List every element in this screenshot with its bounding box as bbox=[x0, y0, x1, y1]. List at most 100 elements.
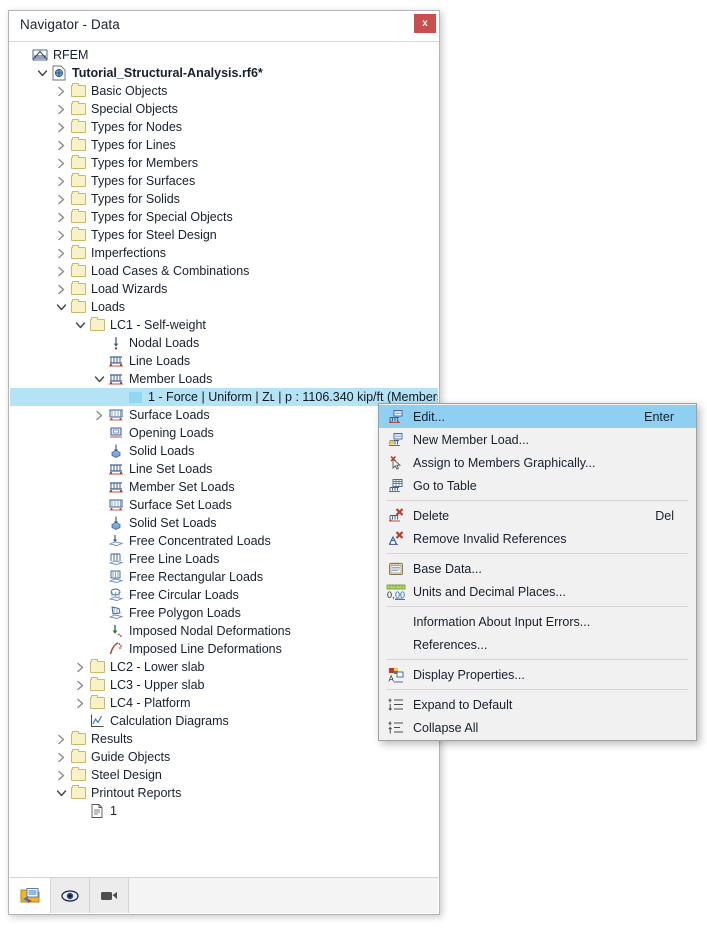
chevron-down-icon[interactable] bbox=[54, 298, 69, 316]
tree-row[interactable]: LC4 - Platform bbox=[10, 694, 438, 712]
tree-row[interactable]: Opening Loads bbox=[10, 424, 438, 442]
tree-row[interactable]: Types for Lines bbox=[10, 136, 438, 154]
menu-item[interactable]: Go to Table bbox=[379, 474, 696, 497]
tree-row[interactable]: Special Objects bbox=[10, 100, 438, 118]
menu-item[interactable]: Remove Invalid References bbox=[379, 527, 696, 550]
chevron-right-icon[interactable] bbox=[92, 406, 107, 424]
tree-row-label: LC3 - Upper slab bbox=[110, 678, 205, 692]
tree-row[interactable]: LC2 - Lower slab bbox=[10, 658, 438, 676]
tree-row[interactable]: Loads bbox=[10, 298, 438, 316]
tree-row[interactable]: Solid Loads bbox=[10, 442, 438, 460]
tree-row-label: Load Cases & Combinations bbox=[91, 264, 250, 278]
menu-item[interactable]: Information About Input Errors... bbox=[379, 610, 696, 633]
tree-row[interactable]: Types for Special Objects bbox=[10, 208, 438, 226]
menu-item[interactable]: A Display Properties... bbox=[379, 663, 696, 686]
tree-row-label: Imposed Line Deformations bbox=[129, 642, 282, 656]
chevron-right-icon[interactable] bbox=[54, 82, 69, 100]
chevron-right-icon[interactable] bbox=[54, 136, 69, 154]
data-tree[interactable]: RFEM Tutorial_Structural-Analysis.rf6* Bas… bbox=[10, 42, 438, 878]
tree-row[interactable]: Types for Members bbox=[10, 154, 438, 172]
chevron-right-icon[interactable] bbox=[54, 730, 69, 748]
chevron-right-icon[interactable] bbox=[54, 208, 69, 226]
tree-row[interactable]: Types for Surfaces bbox=[10, 172, 438, 190]
menu-item[interactable]: Delete Del bbox=[379, 504, 696, 527]
tree-row[interactable]: Guide Objects bbox=[10, 748, 438, 766]
menu-item[interactable]: Base Data... bbox=[379, 557, 696, 580]
chevron-right-icon[interactable] bbox=[54, 280, 69, 298]
tree-row[interactable]: LC1 - Self-weight bbox=[10, 316, 438, 334]
tree-row[interactable]: Free Concentrated Loads bbox=[10, 532, 438, 550]
chevron-down-icon[interactable] bbox=[92, 370, 107, 388]
tree-row-label: Free Concentrated Loads bbox=[129, 534, 271, 548]
chevron-right-icon[interactable] bbox=[54, 100, 69, 118]
tree-row[interactable]: Basic Objects bbox=[10, 82, 438, 100]
tree-row[interactable]: Solid Set Loads bbox=[10, 514, 438, 532]
tree-row[interactable]: Imposed Line Deformations bbox=[10, 640, 438, 658]
close-icon[interactable]: x bbox=[414, 14, 436, 33]
chevron-right-icon[interactable] bbox=[54, 118, 69, 136]
tree-row[interactable]: Free Polygon Loads bbox=[10, 604, 438, 622]
folder-icon bbox=[69, 209, 87, 225]
folder-glyph bbox=[70, 263, 86, 277]
menu-item[interactable]: Expand to Default bbox=[379, 693, 696, 716]
tree-row[interactable]: Nodal Loads bbox=[10, 334, 438, 352]
chevron-right-icon[interactable] bbox=[73, 676, 88, 694]
tree-row[interactable]: Steel Design bbox=[10, 766, 438, 784]
display-eye-icon[interactable] bbox=[51, 878, 90, 913]
rfem-logo-icon bbox=[31, 47, 49, 63]
tree-row-label: Opening Loads bbox=[129, 426, 214, 440]
chevron-right-icon[interactable] bbox=[73, 694, 88, 712]
tree-row[interactable]: Tutorial_Structural-Analysis.rf6* bbox=[10, 64, 438, 82]
tree-row[interactable]: Imperfections bbox=[10, 244, 438, 262]
chevron-right-icon[interactable] bbox=[54, 154, 69, 172]
chevron-right-icon[interactable] bbox=[54, 190, 69, 208]
menu-item[interactable]: Collapse All bbox=[379, 716, 696, 739]
tree-row[interactable]: LC3 - Upper slab bbox=[10, 676, 438, 694]
chevron-right-icon[interactable] bbox=[54, 748, 69, 766]
tree-row[interactable]: Results bbox=[10, 730, 438, 748]
chevron-right-icon[interactable] bbox=[73, 658, 88, 676]
tree-row[interactable]: Surface Loads bbox=[10, 406, 438, 424]
navigator-bottom-toolbar bbox=[10, 877, 438, 913]
tree-row[interactable]: Types for Solids bbox=[10, 190, 438, 208]
context-menu[interactable]: Edit... Enter New Member Load... Assign to … bbox=[378, 403, 697, 741]
chevron-right-icon[interactable] bbox=[54, 262, 69, 280]
video-camera-icon[interactable] bbox=[90, 878, 129, 913]
tree-row[interactable]: RFEM bbox=[10, 46, 438, 64]
tree-row[interactable]: Printout Reports bbox=[10, 784, 438, 802]
tree-row[interactable]: 1 bbox=[10, 802, 438, 820]
tree-row[interactable]: Free Rectangular Loads bbox=[10, 568, 438, 586]
chevron-right-icon[interactable] bbox=[54, 244, 69, 262]
tree-row-label: Free Rectangular Loads bbox=[129, 570, 264, 584]
menu-item[interactable]: New Member Load... bbox=[379, 428, 696, 451]
chevron-right-icon[interactable] bbox=[54, 766, 69, 784]
tree-row[interactable]: Line Loads bbox=[10, 352, 438, 370]
menu-item[interactable]: References... bbox=[379, 633, 696, 656]
tree-row[interactable]: Load Wizards bbox=[10, 280, 438, 298]
tree-row[interactable]: Member Loads bbox=[10, 370, 438, 388]
imposed-nodal-deformation-icon bbox=[107, 623, 125, 639]
chevron-right-icon[interactable] bbox=[54, 172, 69, 190]
chevron-right-icon[interactable] bbox=[54, 226, 69, 244]
tree-row[interactable]: Types for Steel Design bbox=[10, 226, 438, 244]
navigator-data-icon[interactable] bbox=[10, 878, 51, 913]
tree-row[interactable]: Member Set Loads bbox=[10, 478, 438, 496]
tree-row[interactable]: Imposed Nodal Deformations bbox=[10, 622, 438, 640]
tree-row[interactable]: Types for Nodes bbox=[10, 118, 438, 136]
tree-row[interactable]: Free Line Loads bbox=[10, 550, 438, 568]
menu-item[interactable]: Assign to Members Graphically... bbox=[379, 451, 696, 474]
model-file-icon bbox=[50, 65, 68, 81]
tree-row-label: 1 bbox=[110, 804, 117, 818]
tree-row[interactable]: Surface Set Loads bbox=[10, 496, 438, 514]
chevron-down-icon[interactable] bbox=[54, 784, 69, 802]
chevron-down-icon[interactable] bbox=[35, 64, 50, 82]
chevron-down-icon[interactable] bbox=[73, 316, 88, 334]
tree-row[interactable]: Free Circular Loads bbox=[10, 586, 438, 604]
tree-row-selected[interactable]: 1 - Force | Uniform | Zʟ | p : 1106.340 … bbox=[10, 388, 438, 406]
menu-item-label: Edit... bbox=[413, 409, 445, 424]
tree-row[interactable]: Load Cases & Combinations bbox=[10, 262, 438, 280]
menu-item[interactable]: 0, 00 Units and Decimal Places... bbox=[379, 580, 696, 603]
tree-row[interactable]: Line Set Loads bbox=[10, 460, 438, 478]
tree-row[interactable]: Calculation Diagrams bbox=[10, 712, 438, 730]
menu-item[interactable]: Edit... Enter bbox=[379, 405, 696, 428]
